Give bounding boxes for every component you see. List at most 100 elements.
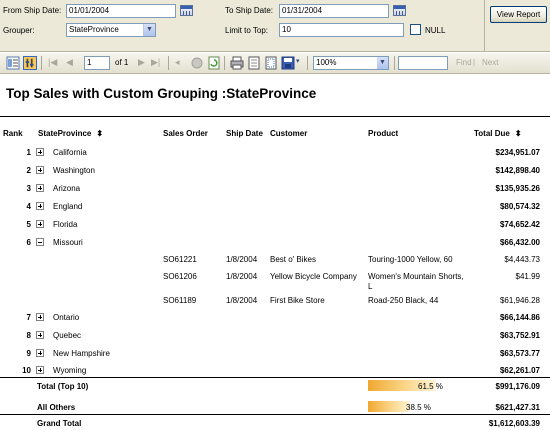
grand-total-label: Grand Total — [37, 419, 82, 428]
total-due-cell: $66,144.86 — [499, 313, 540, 322]
header-rank: Rank — [3, 129, 23, 138]
refresh-icon[interactable] — [207, 56, 221, 70]
rank-cell: 7 — [26, 313, 31, 322]
rank-cell: 8 — [26, 331, 31, 340]
rank-cell: 1 — [26, 148, 31, 157]
expand-icon[interactable] — [36, 331, 44, 339]
previous-page-icon[interactable]: ◀ — [66, 57, 73, 68]
last-page-icon[interactable]: ▶| — [151, 57, 160, 68]
null-checkbox[interactable] — [410, 24, 421, 35]
header-stateprovince-label: StateProvince — [38, 129, 92, 138]
expand-icon[interactable] — [36, 366, 44, 374]
rank-cell: 5 — [26, 220, 31, 229]
total-due-cell: $234,951.07 — [495, 148, 541, 157]
rank-cell: 4 — [26, 202, 31, 211]
rank-cell: 2 — [26, 166, 31, 175]
header-ship-date: Ship Date — [226, 129, 263, 138]
sort-icon[interactable]: ⬍ — [515, 129, 522, 138]
stateprovince-cell: England — [53, 202, 83, 211]
parameters-toggle-icon[interactable] — [23, 56, 37, 70]
product-cell: Touring-1000 Yellow, 60 — [368, 255, 453, 264]
document-map-icon[interactable] — [6, 56, 20, 70]
grouper-select[interactable]: StateProvince ▼ — [66, 23, 156, 37]
chevron-down-icon[interactable]: ▼ — [377, 57, 388, 69]
save-icon[interactable] — [281, 56, 295, 70]
total-due-cell: $621,427.31 — [495, 403, 541, 412]
view-report-button[interactable]: View Report — [490, 6, 547, 23]
total-due-cell: $41.99 — [515, 272, 540, 281]
collapse-icon[interactable] — [36, 238, 44, 246]
sort-icon[interactable]: ⬍ — [96, 129, 103, 138]
total-due-cell: $63,752.91 — [499, 331, 540, 340]
find-divider: | — [473, 58, 476, 67]
title-rule — [0, 116, 550, 117]
expand-icon[interactable] — [36, 313, 44, 321]
find-input[interactable] — [398, 56, 448, 70]
header-sales-order: Sales Order — [163, 129, 208, 138]
total-due-cell: $66,432.00 — [499, 238, 540, 247]
header-stateprovince[interactable]: StateProvince ⬍ — [38, 129, 103, 138]
rank-cell: 10 — [22, 366, 31, 375]
find-link[interactable]: Find — [456, 58, 472, 67]
total-due-cell: $74,652.42 — [499, 220, 540, 229]
limit-to-top-field[interactable]: 10 — [279, 23, 404, 37]
header-total-due-label: Total Due — [474, 129, 510, 138]
page-setup-icon[interactable] — [264, 56, 278, 70]
from-ship-date-label: From Ship Date: — [3, 6, 62, 15]
chevron-down-icon[interactable]: ▼ — [143, 24, 155, 36]
total-due-cell: $61,946.28 — [499, 296, 540, 305]
total-due-cell: $62,261.07 — [499, 366, 540, 375]
rank-cell: 6 — [26, 238, 31, 247]
percent-label: 61.5 % — [418, 382, 443, 391]
summary-rule — [0, 377, 550, 378]
stateprovince-cell: Quebec — [53, 331, 82, 340]
all-others-label: All Others — [37, 403, 76, 412]
rank-cell: 3 — [26, 184, 31, 193]
sales-order-cell: SO61206 — [163, 272, 197, 281]
grouper-label: Grouper: — [3, 26, 35, 35]
expand-icon[interactable] — [36, 349, 44, 357]
stateprovince-cell: New Hampshire — [53, 349, 110, 358]
total-top-label: Total (Top 10) — [37, 382, 89, 391]
expand-icon[interactable] — [36, 166, 44, 174]
ship-date-cell: 1/8/2004 — [226, 255, 258, 264]
sales-order-cell: SO61189 — [163, 296, 197, 305]
next-page-icon[interactable]: ▶ — [138, 57, 145, 68]
stateprovince-cell: Arizona — [53, 184, 81, 193]
to-ship-date-label: To Ship Date: — [225, 6, 274, 15]
rank-cell: 9 — [26, 349, 31, 358]
params-divider — [484, 0, 485, 52]
stateprovince-cell: Washington — [53, 166, 95, 175]
first-page-icon[interactable]: |◀ — [48, 57, 57, 68]
zoom-value: 100% — [316, 58, 337, 67]
back-icon[interactable]: ◂ — [175, 57, 180, 68]
expand-icon[interactable] — [36, 184, 44, 192]
parameters-pane: From Ship Date: 01/01/2004 Grouper: Stat… — [0, 0, 550, 52]
page-number-input[interactable]: 1 — [84, 56, 110, 70]
calendar-icon[interactable] — [180, 5, 193, 16]
to-ship-date-field[interactable]: 01/31/2004 — [279, 4, 389, 18]
print-icon[interactable] — [230, 56, 244, 70]
from-ship-date-field[interactable]: 01/01/2004 — [66, 4, 176, 18]
grand-total-rule — [0, 414, 550, 415]
chevron-down-icon[interactable]: ▾ — [296, 57, 300, 65]
product-cell: Road-250 Black, 44 — [368, 296, 439, 305]
expand-icon[interactable] — [36, 148, 44, 156]
print-layout-icon[interactable] — [247, 56, 261, 70]
percent-bar — [368, 401, 411, 412]
total-due-cell: $135,935.26 — [495, 184, 541, 193]
customer-cell: First Bike Store — [270, 296, 325, 305]
limit-to-top-label: Limit to Top: — [225, 26, 268, 35]
report-toolbar: |◀ ◀ 1 of 1 ▶ ▶| ◂ ▾ 100% ▼ Find | Next — [0, 53, 550, 74]
calendar-icon[interactable] — [393, 5, 406, 16]
stop-icon[interactable] — [190, 56, 204, 70]
toolbar-separator — [307, 56, 308, 70]
header-product: Product — [368, 129, 399, 138]
next-link[interactable]: Next — [482, 58, 498, 67]
customer-cell: Yellow Bicycle Company — [270, 272, 357, 281]
page-count-label: of 1 — [115, 58, 129, 67]
expand-icon[interactable] — [36, 220, 44, 228]
header-total-due[interactable]: Total Due ⬍ — [474, 129, 522, 138]
expand-icon[interactable] — [36, 202, 44, 210]
zoom-select[interactable]: 100% ▼ — [313, 56, 389, 70]
